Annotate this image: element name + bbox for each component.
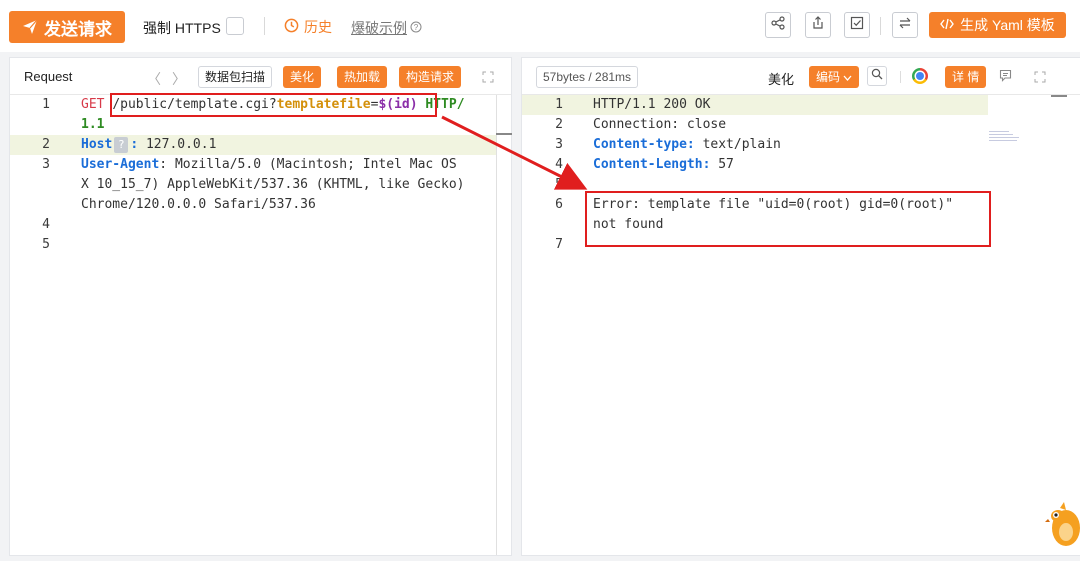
line-number: 1 (42, 97, 50, 112)
check-icon (850, 16, 864, 35)
connection-header-line: Connection: close (593, 117, 727, 132)
share-icon (771, 15, 785, 35)
response-stats: 57bytes / 281ms (536, 66, 639, 88)
injection-highlight-box (110, 93, 437, 117)
packet-scan-button[interactable]: 数据包扫描 (198, 66, 273, 88)
divider (900, 71, 901, 83)
chevron-down-icon (843, 66, 852, 88)
force-https-label: 强制 HTTPS (143, 20, 221, 36)
code-icon (940, 17, 955, 33)
export-button[interactable] (805, 12, 831, 38)
request-panel: Request 〈 〉 数据包扫描 美化 热加载 构造请求 1 GET /pub… (9, 57, 512, 556)
divider (880, 17, 881, 35)
export-icon (811, 15, 825, 35)
line-number: 1 (555, 97, 563, 112)
request-line-wrap: 1.1 (81, 115, 104, 135)
scroll-track (496, 95, 497, 555)
line-number: 6 (555, 197, 563, 212)
history-label: 历史 (304, 19, 332, 35)
svg-text:?: ? (414, 23, 419, 32)
minimap[interactable] (989, 131, 1043, 151)
user-agent-line-wrap: X 10_15_7) AppleWebKit/537.36 (KHTML, li… (81, 175, 465, 195)
clock-icon (284, 18, 299, 36)
build-request-button[interactable]: 构造请求 (399, 66, 462, 88)
request-title: Request (24, 69, 73, 84)
expand-icon[interactable] (1034, 70, 1046, 83)
send-request-button[interactable]: 发送请求 (9, 11, 125, 43)
host-value: 127.0.0.1 (145, 137, 217, 152)
content-type-key: Content-type: (593, 137, 695, 152)
content-type-line: Content-type: text/plain (593, 135, 781, 155)
send-request-label: 发送请求 (44, 19, 112, 39)
line-number: 2 (555, 117, 563, 132)
content-length-key: Content-Length: (593, 157, 711, 172)
user-agent-value: X 10_15_7) AppleWebKit/537.36 (KHTML, li… (81, 177, 465, 192)
hint-icon: ? (114, 136, 129, 153)
force-https-checkbox[interactable] (226, 17, 244, 35)
history-button[interactable]: 历史 (284, 17, 332, 37)
line-number: 4 (555, 157, 563, 172)
line-number: 5 (42, 237, 50, 252)
mascot-icon[interactable] (1044, 498, 1080, 561)
search-button[interactable] (867, 66, 887, 86)
share-button[interactable] (765, 12, 791, 38)
current-line-highlight (522, 95, 988, 115)
generate-yaml-label: 生成 Yaml 模板 (960, 17, 1055, 33)
expand-icon[interactable] (482, 70, 494, 83)
search-icon (871, 67, 883, 85)
swap-button[interactable] (892, 12, 918, 38)
send-icon (22, 19, 38, 35)
line-number: 2 (42, 137, 50, 152)
scroll-marker (1051, 95, 1067, 97)
line-number: 4 (42, 217, 50, 232)
scroll-marker (496, 133, 512, 135)
generate-yaml-button[interactable]: 生成 Yaml 模板 (929, 12, 1066, 38)
brute-force-examples-link[interactable]: 爆破示例 ? (351, 18, 422, 38)
chrome-browser-icon[interactable] (912, 68, 928, 84)
user-agent-line-wrap: Chrome/120.0.0.0 Safari/537.36 (81, 195, 316, 215)
colon: : (130, 137, 146, 152)
hot-load-button[interactable]: 热加载 (337, 66, 388, 88)
swap-icon (898, 16, 912, 35)
encoding-dropdown[interactable]: 编码 (809, 66, 860, 88)
chevron-left-icon[interactable]: 〈 (147, 69, 161, 89)
beautify-button[interactable]: 美化 (283, 66, 322, 88)
encoding-label: 编码 (816, 70, 841, 84)
comment-icon[interactable] (999, 69, 1012, 87)
examples-label: 爆破示例 (351, 20, 407, 36)
user-agent-value: Chrome/120.0.0.0 Safari/537.36 (81, 197, 316, 212)
chevron-right-icon[interactable]: 〉 (172, 69, 186, 89)
colon: : (159, 157, 175, 172)
http-method: GET (81, 97, 105, 112)
user-agent-value: Mozilla/5.0 (Macintosh; Intel Mac OS (174, 157, 457, 172)
beautify-button[interactable]: 美化 (768, 69, 794, 88)
http-version-cont: 1.1 (81, 117, 105, 132)
content-length-value: 57 (710, 157, 734, 172)
user-agent-key: User-Agent (81, 157, 160, 172)
line-number: 3 (555, 137, 563, 152)
host-key: Host (81, 137, 113, 152)
user-agent-line: User-Agent: Mozilla/5.0 (Macintosh; Inte… (81, 155, 457, 175)
response-panel: 57bytes / 281ms 美化 编码 详 情 1 HTTP/1.1 200… (521, 57, 1080, 556)
divider (264, 17, 265, 35)
request-header: Request 〈 〉 数据包扫描 美化 热加载 构造请求 (10, 58, 511, 95)
help-icon: ? (410, 20, 422, 36)
validate-button[interactable] (844, 12, 870, 38)
line-number: 7 (555, 237, 563, 252)
response-header: 57bytes / 281ms 美化 编码 详 情 (522, 58, 1080, 95)
result-highlight-box (585, 191, 991, 247)
status-line: HTTP/1.1 200 OK (593, 97, 711, 112)
content-length-line: Content-Length: 57 (593, 155, 734, 175)
host-header-line: Host?: 127.0.0.1 (81, 135, 216, 155)
details-button[interactable]: 详 情 (945, 66, 987, 88)
content-type-value: text/plain (694, 137, 781, 152)
line-number: 3 (42, 157, 50, 172)
line-number: 5 (555, 177, 563, 192)
top-toolbar: 发送请求 强制 HTTPS 历史 爆破示例 ? 生成 Yaml 模板 (0, 0, 1080, 52)
